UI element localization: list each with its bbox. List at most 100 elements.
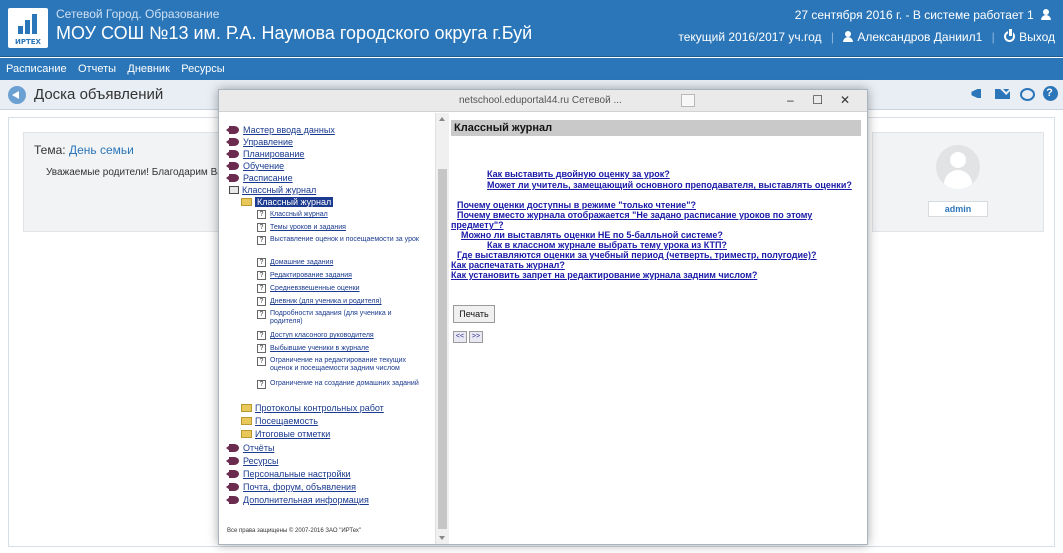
tree-item[interactable]: Посещаемость	[241, 416, 318, 426]
tree-label: Подробности задания (для ученика и родит…	[270, 310, 392, 325]
scroll-up-icon[interactable]	[439, 117, 445, 121]
irtech-logo[interactable]: ИРТЕХ	[8, 8, 48, 48]
tree-scrollbar[interactable]	[435, 113, 449, 544]
content-heading: Классный журнал	[451, 120, 861, 136]
tree-item[interactable]: ? Доступ класоного руководителя	[257, 331, 374, 340]
tree-label: Ресурсы	[243, 456, 279, 466]
tree-item[interactable]: ? Выбывшие ученики в журнале	[257, 344, 369, 353]
tree-label: Персональные настройки	[243, 469, 351, 479]
tree-item[interactable]: Дополнительная информация	[226, 495, 369, 505]
announcement-text: Уважаемые родители! Благодарим Вас	[46, 167, 228, 178]
mail-icon[interactable]	[994, 86, 1011, 102]
tree-item[interactable]: ? Средневзвешенные оценки	[257, 284, 360, 293]
scroll-down-icon[interactable]	[439, 536, 445, 540]
tree-label: Управление	[243, 137, 294, 147]
tree-item[interactable]: Ресурсы	[226, 456, 279, 466]
tree-item[interactable]: Итоговые отметки	[241, 429, 330, 439]
tree-label: Посещаемость	[255, 416, 318, 426]
back-arrow-icon[interactable]	[8, 86, 26, 104]
topic-bullet-icon	[226, 496, 239, 504]
tree-item[interactable]: Расписание	[226, 173, 293, 183]
tree-item[interactable]: Планирование	[226, 149, 304, 159]
logout-button[interactable]: Выход	[1004, 29, 1055, 44]
faq-link[interactable]: Почему вместо журнала отображается "Не з…	[457, 210, 812, 220]
tree-item[interactable]: ? Редактирование задания	[257, 271, 352, 280]
separator: |	[991, 30, 995, 44]
tree-item[interactable]: ? Дневник (для ученика и родителя)	[257, 297, 382, 306]
faq-link[interactable]: Как выставить двойную оценку за урок?	[487, 169, 670, 179]
tree-label: Классный журнал	[242, 185, 317, 195]
author-name[interactable]: admin	[928, 201, 988, 217]
folder-icon	[241, 430, 252, 438]
help-tree: Мастер ввода данных Управление Планирова…	[219, 113, 435, 544]
print-button[interactable]: Печать	[453, 305, 495, 323]
faq-link[interactable]: Можно ли выставлять оценки НЕ по 5-балль…	[461, 230, 723, 240]
minimize-button[interactable]: –	[778, 93, 802, 107]
nav-resources[interactable]: Ресурсы	[181, 58, 224, 80]
help-icon[interactable]	[1043, 86, 1059, 102]
tree-item[interactable]: Протоколы контрольных работ	[241, 403, 384, 413]
tree-item[interactable]: ? Темы уроков и задания	[257, 223, 346, 232]
topic-title: День семьи	[68, 143, 134, 157]
chat-icon[interactable]	[1019, 86, 1035, 102]
tree-item[interactable]: ? Ограничение на редактирование текущих о…	[257, 357, 426, 373]
tree-item[interactable]: ? Подробности задания (для ученика и роди…	[257, 310, 426, 326]
tree-label: Ограничение на создание домашних заданий	[270, 380, 419, 387]
tree-label-active: Классный журнал	[255, 197, 334, 207]
user-name: Александров Даниил1	[857, 30, 983, 44]
tree-label: Классный журнал	[270, 211, 328, 218]
tree-item[interactable]: ? Домашние задания	[257, 258, 333, 267]
tree-label: Средневзвешенные оценки	[270, 285, 360, 292]
tree-label: Отчёты	[243, 443, 275, 453]
tree-label: Протоколы контрольных работ	[255, 403, 384, 413]
tree-item[interactable]: Отчёты	[226, 443, 275, 453]
faq-link[interactable]: Где выставляются оценки за учебный перио…	[457, 250, 817, 260]
maximize-button[interactable]: ☐	[806, 93, 830, 107]
tree-item[interactable]: Мастер ввода данных	[226, 125, 335, 135]
help-topic-icon: ?	[257, 310, 266, 319]
tree-item[interactable]: ? Классный журнал	[257, 210, 328, 219]
tree-item[interactable]: Обучение	[226, 161, 285, 171]
school-name: МОУ СОШ №13 им. Р.А. Наумова городского …	[56, 23, 533, 43]
topic-bullet-icon	[226, 174, 239, 182]
tree-label: Мастер ввода данных	[243, 125, 335, 135]
topic-bullet-icon	[226, 483, 239, 491]
nav-schedule[interactable]: Расписание	[6, 58, 67, 80]
tree-item[interactable]: Почта, форум, объявления	[226, 482, 356, 492]
tree-label: Обучение	[243, 161, 285, 171]
faq-link[interactable]: Может ли учитель, замещающий основного п…	[487, 180, 852, 190]
tree-item[interactable]: Классный журнал	[241, 197, 334, 207]
tree-item[interactable]: ? Ограничение на создание домашних задани…	[257, 380, 420, 389]
nav-diary[interactable]: Дневник	[127, 58, 170, 80]
help-topic-icon: ?	[257, 258, 266, 267]
next-page-button[interactable]: >>	[469, 331, 483, 343]
user-icon	[1041, 9, 1051, 20]
school-year[interactable]: текущий 2016/2017 уч.год	[678, 30, 821, 44]
help-topic-icon: ?	[257, 344, 266, 353]
faq-link[interactable]: Как распечатать журнал?	[451, 260, 565, 270]
topic-bullet-icon	[226, 470, 239, 478]
prev-page-button[interactable]: <<	[453, 331, 467, 343]
faq-link[interactable]: Как в классном журнале выбрать тему урок…	[487, 240, 727, 250]
topic-bullet-icon	[226, 150, 239, 158]
help-topic-icon: ?	[257, 210, 266, 219]
tree-item[interactable]: Персональные настройки	[226, 469, 351, 479]
tree-label: Выбывшие ученики в журнале	[270, 345, 370, 352]
nav-reports[interactable]: Отчеты	[78, 58, 116, 80]
window-controls: – ☐ ✕	[778, 93, 857, 107]
tree-item[interactable]: Управление	[226, 137, 294, 147]
popup-titlebar[interactable]: netschool.eduportal44.ru Сетевой ... – ☐…	[219, 90, 867, 112]
help-topic-icon: ?	[257, 284, 266, 293]
scroll-thumb[interactable]	[438, 169, 447, 529]
logout-label: Выход	[1019, 30, 1055, 44]
faq-link[interactable]: Как установить запрет на редактирование …	[451, 270, 757, 280]
faq-link[interactable]: предмету"?	[451, 220, 504, 230]
close-button[interactable]: ✕	[833, 93, 857, 107]
tree-item[interactable]: ? Выставление оценок и посещаемости за ур…	[257, 236, 426, 245]
megaphone-icon[interactable]	[970, 86, 986, 102]
tree-item[interactable]: Классный журнал	[229, 185, 316, 195]
site-settings-icon[interactable]	[681, 94, 695, 107]
user-menu[interactable]: Александров Даниил1	[843, 30, 982, 44]
tree-label: Почта, форум, объявления	[243, 482, 356, 492]
faq-link[interactable]: Почему оценки доступны в режиме "только …	[457, 200, 696, 210]
